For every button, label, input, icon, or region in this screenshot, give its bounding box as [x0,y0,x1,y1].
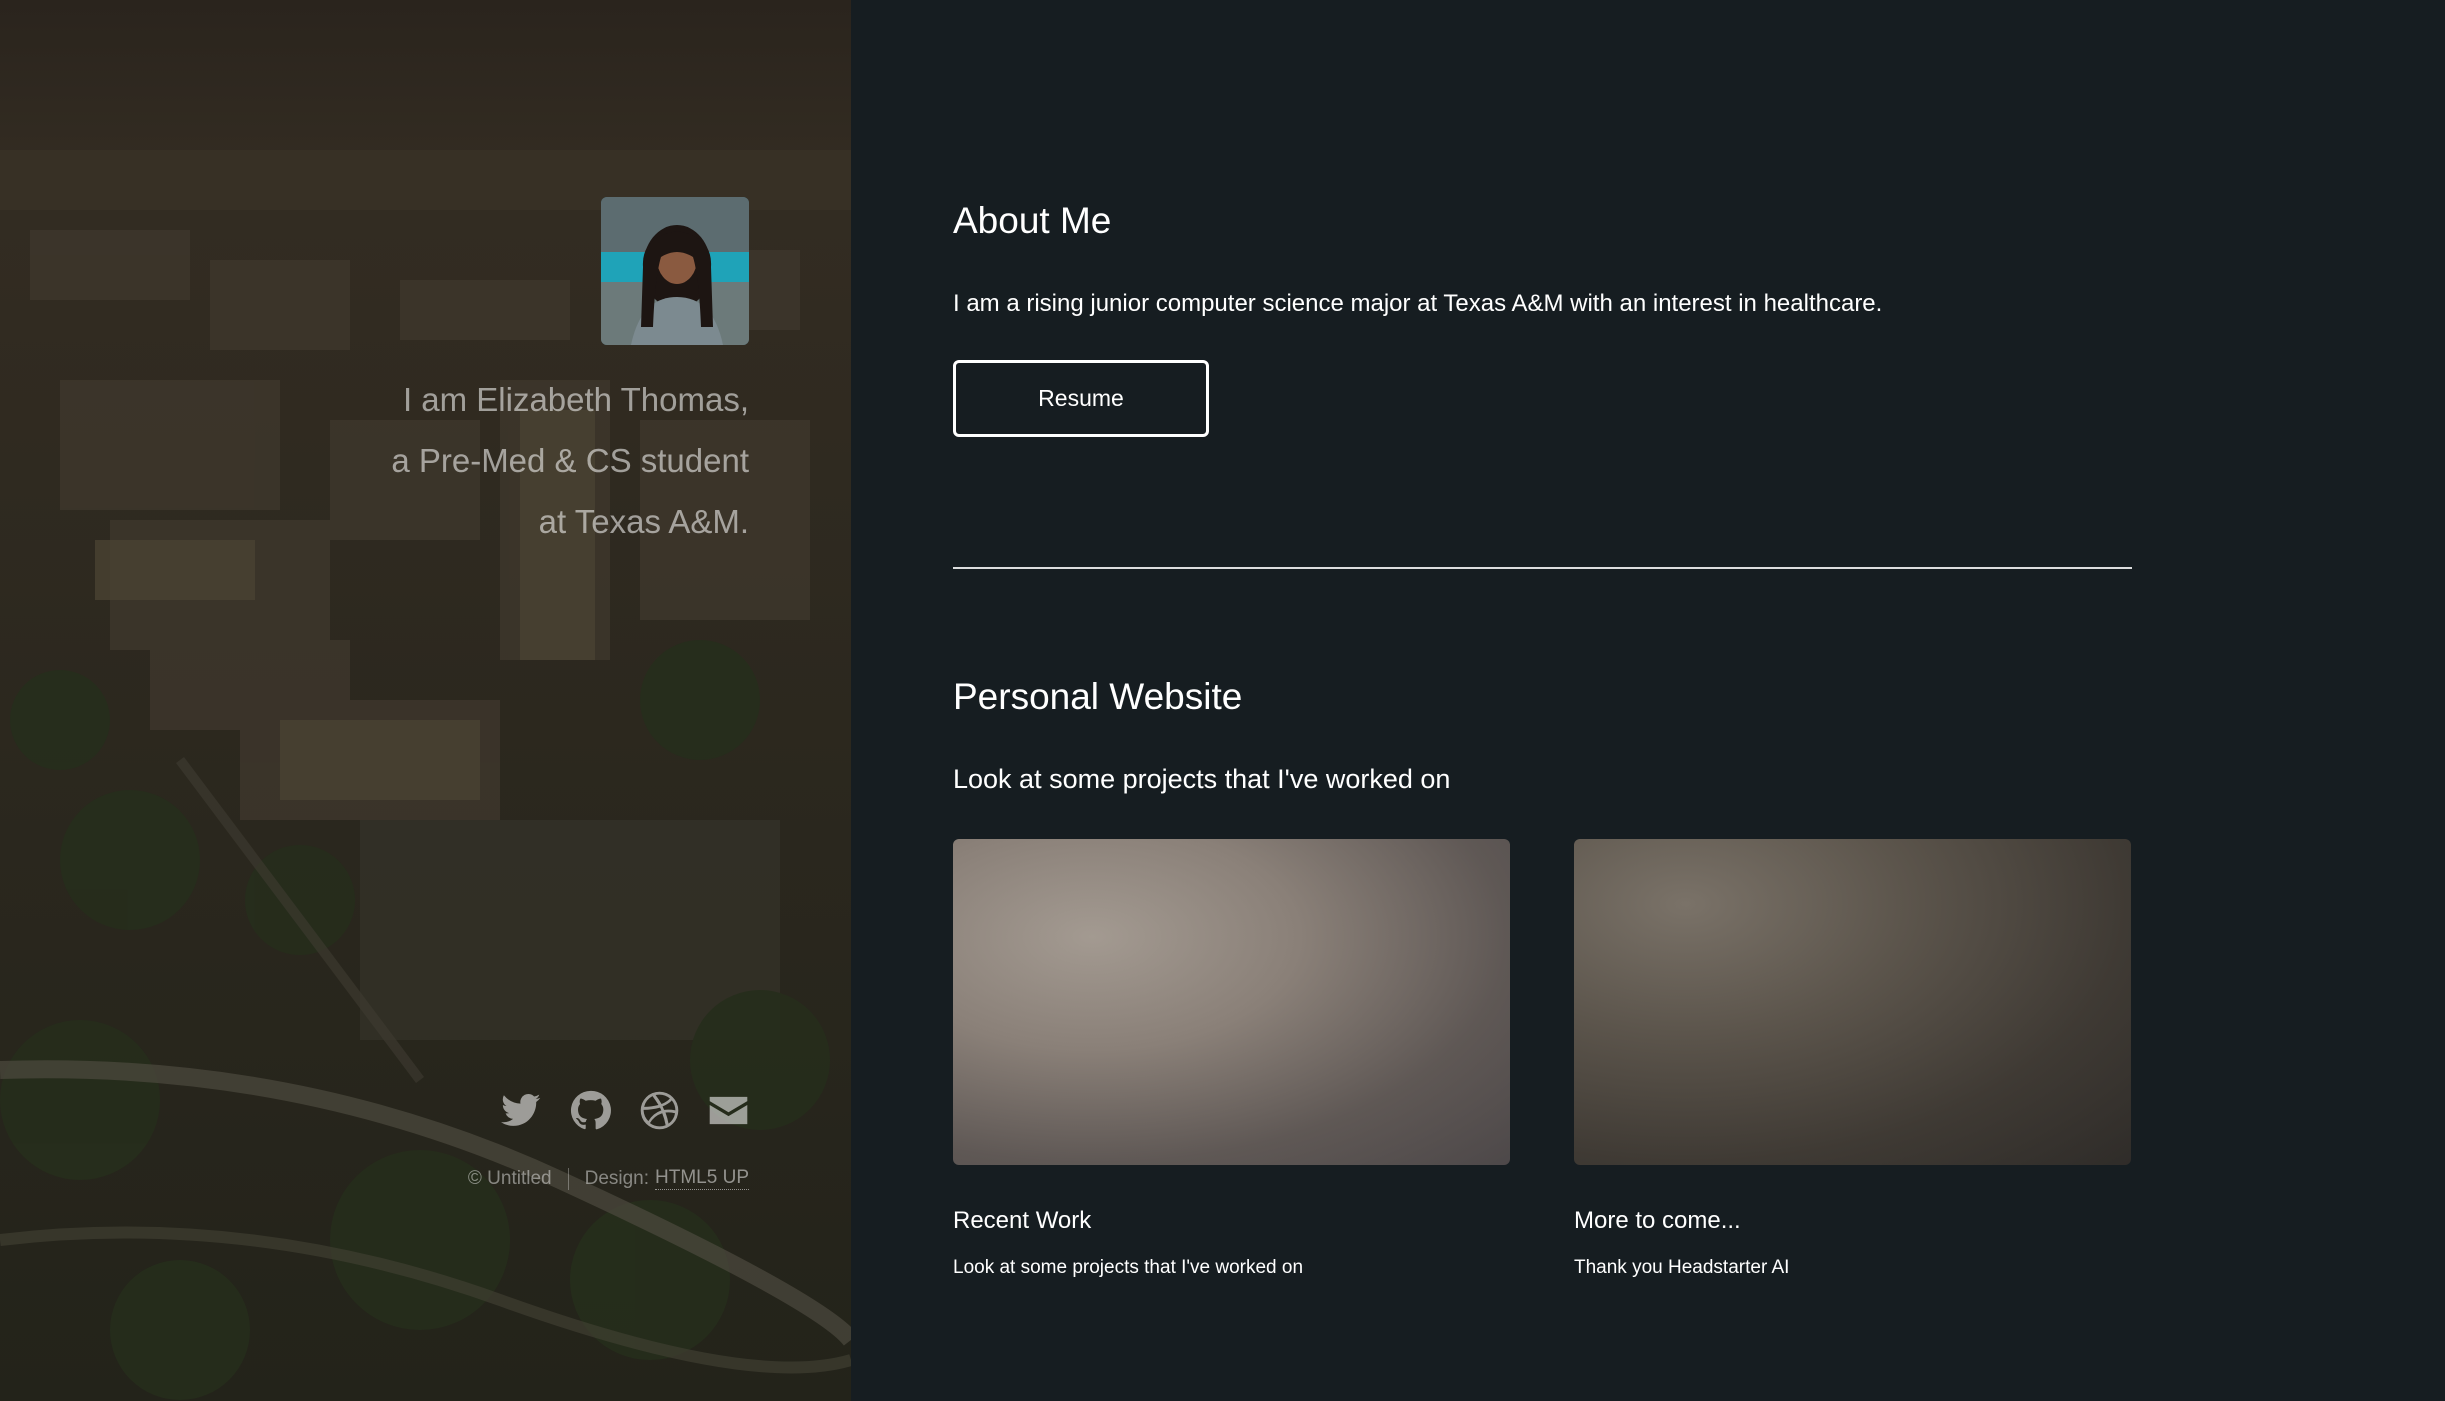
about-section: About Me I am a rising junior computer s… [953,200,2132,437]
intro-line-role: a Pre-Med & CS student [391,442,749,479]
envelope-icon[interactable] [708,1090,749,1131]
project-thumbnail[interactable] [1574,839,2131,1165]
copyright-footer: © Untitled Design: HTML5 UP [468,1167,749,1190]
project-card-title: More to come... [1574,1207,1741,1234]
sidebar-header: I am Elizabeth Thomas, a Pre-Med & CS st… [0,0,851,1401]
twitter-icon[interactable] [501,1090,542,1131]
personal-website-heading: Personal Website [953,676,1243,717]
project-card-title: Recent Work [953,1207,1092,1234]
intro-text: I am Elizabeth Thomas, a Pre-Med & CS st… [149,369,749,552]
copyright-text: © Untitled [467,1167,552,1189]
project-card-text: Look at some projects that I've worked o… [953,1257,1304,1278]
avatar [601,197,749,345]
personal-website-section: Personal Website Look at some projects t… [953,676,2132,1278]
project-thumbnail[interactable] [953,839,1510,1165]
project-cards: Recent Work Look at some projects that I… [953,839,2132,1279]
design-credit-link[interactable]: HTML5 UP [655,1167,749,1190]
github-icon[interactable] [570,1090,611,1131]
dribbble-icon[interactable] [639,1090,680,1131]
header-intro: I am Elizabeth Thomas, a Pre-Med & CS st… [149,197,749,552]
project-card-text: Thank you Headstarter AI [1574,1257,1790,1278]
about-heading: About Me [953,200,1112,241]
main-content: About Me I am a rising junior computer s… [851,0,2445,1401]
social-links [501,1090,749,1131]
resume-button[interactable]: Resume [953,360,1209,437]
design-label: Design: [584,1167,650,1189]
footer-separator [567,1167,569,1190]
project-card-recent-work: Recent Work Look at some projects that I… [953,839,1510,1279]
about-text: I am a rising junior computer science ma… [953,290,1883,317]
section-divider [953,567,2132,569]
personal-website-lead: Look at some projects that I've worked o… [953,764,1451,794]
project-card-more-to-come: More to come... Thank you Headstarter AI [1574,839,2131,1279]
intro-line-name: I am Elizabeth Thomas, [402,381,749,418]
intro-line-school: at Texas A&M. [538,503,749,540]
